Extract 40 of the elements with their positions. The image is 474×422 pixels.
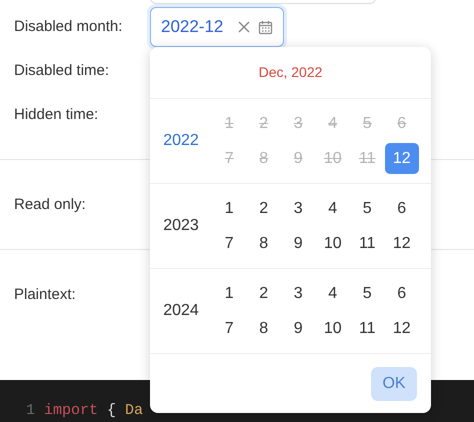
month-option[interactable]: 9 xyxy=(284,313,312,344)
month-option[interactable]: 10 xyxy=(318,313,347,344)
month-option[interactable]: 12 xyxy=(388,313,416,344)
month-option[interactable]: 11 xyxy=(353,313,382,344)
code-token: import xyxy=(44,400,98,421)
field-label: Disabled time: xyxy=(14,60,110,81)
month-option[interactable]: 1 xyxy=(215,193,244,224)
line-number: 1 xyxy=(26,400,36,421)
year-label: 2023 xyxy=(162,216,200,236)
field-label: Read only: xyxy=(14,194,87,215)
month-option[interactable]: 10 xyxy=(318,228,347,259)
month-option[interactable]: 8 xyxy=(250,313,278,344)
month-option[interactable]: 3 xyxy=(284,278,312,309)
field-label: Hidden time: xyxy=(14,104,100,125)
month-option[interactable]: 3 xyxy=(284,193,312,224)
code-token: Da xyxy=(125,400,144,421)
month-option[interactable]: 4 xyxy=(318,193,347,224)
month-option[interactable]: 4 xyxy=(318,278,347,309)
month-option[interactable]: 11 xyxy=(353,228,382,259)
month-option[interactable]: 2 xyxy=(250,193,278,224)
picker-header: Dec, 2022 xyxy=(258,63,322,82)
month-option[interactable]: 6 xyxy=(388,278,416,309)
field-label: Plaintext: xyxy=(14,284,77,305)
month-option[interactable]: 5 xyxy=(353,278,382,309)
field-label: Disabled month: xyxy=(14,16,124,37)
month-option[interactable]: 6 xyxy=(388,193,416,224)
month-input-field[interactable]: 2022-12 xyxy=(150,7,284,47)
month-option[interactable]: 1 xyxy=(215,278,244,309)
month-option[interactable]: 7 xyxy=(215,313,244,344)
calendar-icon[interactable] xyxy=(258,20,273,34)
year-label: 2022 xyxy=(162,131,200,151)
year-label: 2024 xyxy=(162,301,200,321)
close-icon[interactable] xyxy=(238,21,250,33)
month-option[interactable]: 8 xyxy=(250,228,278,259)
month-option[interactable]: 12 xyxy=(388,228,416,259)
month-option[interactable]: 5 xyxy=(353,193,382,224)
month-option[interactable]: 7 xyxy=(215,228,244,259)
month-option[interactable]: 2 xyxy=(250,278,278,309)
code-token: { xyxy=(107,400,116,421)
month-option[interactable]: 9 xyxy=(284,228,312,259)
